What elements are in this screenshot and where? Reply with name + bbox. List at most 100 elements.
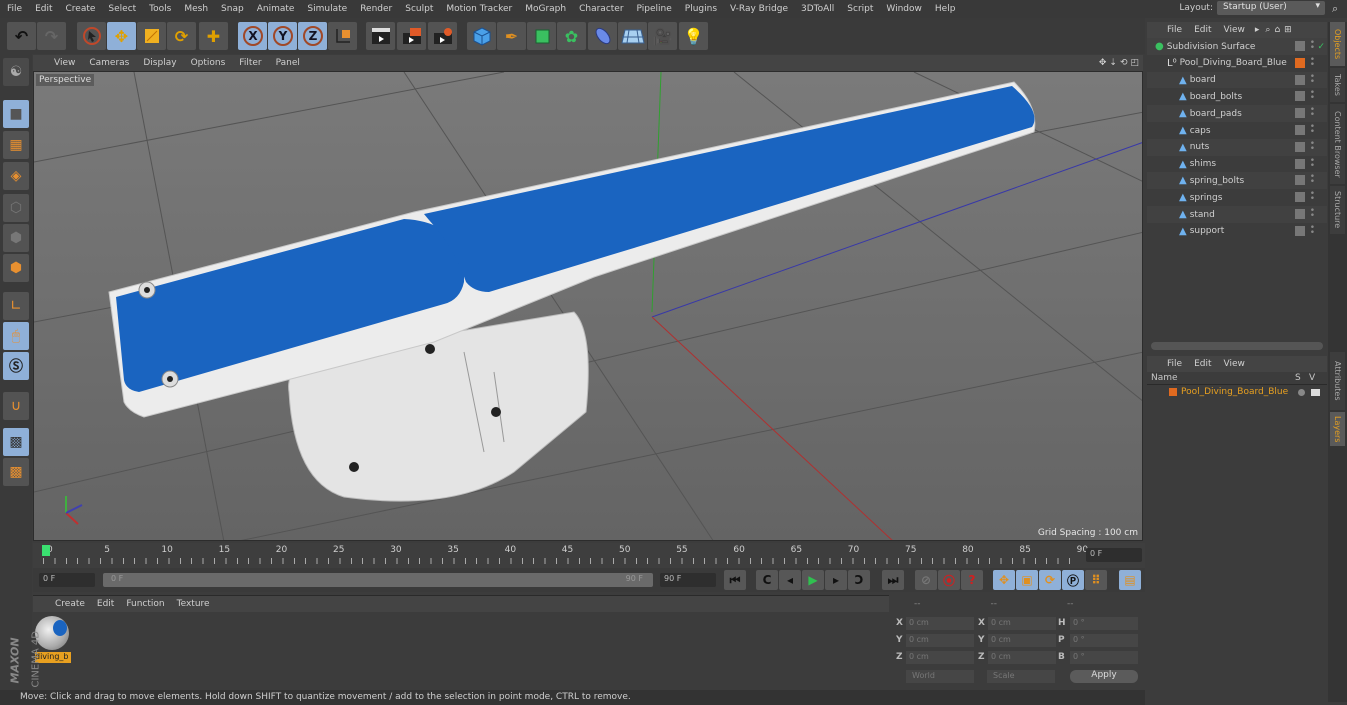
menu-simulate[interactable]: Simulate	[300, 4, 353, 14]
tab-takes[interactable]: Takes	[1330, 68, 1345, 102]
object-name[interactable]: stand	[1190, 210, 1215, 220]
menu-help[interactable]: Help	[928, 4, 962, 14]
obj-menu-edit[interactable]: Edit	[1188, 25, 1217, 35]
material-menu-function[interactable]: Function	[120, 599, 170, 609]
pen-spline-icon[interactable]: ✒	[497, 22, 526, 50]
autokey-icon[interactable]: ?	[961, 570, 983, 590]
menu-mograph[interactable]: MoGraph	[518, 4, 572, 14]
object-name[interactable]: board_bolts	[1190, 92, 1242, 102]
object-row[interactable]: ▲ nuts • •	[1147, 138, 1327, 156]
editor-render-dots[interactable]: • •	[1310, 223, 1315, 237]
viewport-menu-options[interactable]: Options	[184, 58, 233, 68]
tweak-mode-icon[interactable]: 🖱	[3, 322, 29, 350]
layer-menu-view[interactable]: View	[1218, 359, 1251, 369]
object-name[interactable]: board	[1190, 75, 1216, 85]
coord-value-field[interactable]: 0 cm	[988, 634, 1056, 647]
snap-icon[interactable]: ∪	[3, 392, 29, 420]
object-name[interactable]: board_pads	[1190, 109, 1242, 119]
object-name[interactable]: shims	[1190, 159, 1216, 169]
tab-objects[interactable]: Objects	[1330, 22, 1345, 66]
render-picture-viewer-icon[interactable]	[397, 22, 426, 50]
polygons-mode-icon[interactable]: ⬢	[3, 254, 29, 282]
tab-layers[interactable]: Layers	[1330, 412, 1345, 446]
obj-menu-view[interactable]: View	[1218, 25, 1251, 35]
key-pla-icon[interactable]: ⠿	[1085, 570, 1107, 590]
layer-menu-file[interactable]: File	[1161, 359, 1188, 369]
tab-content-browser[interactable]: Content Browser	[1330, 104, 1345, 184]
layer-menu-edit[interactable]: Edit	[1188, 359, 1217, 369]
y-axis-icon[interactable]: Y	[268, 22, 297, 50]
menu-render[interactable]: Render	[353, 4, 398, 14]
render-view-icon[interactable]	[366, 22, 395, 50]
x-axis-icon[interactable]: X	[238, 22, 267, 50]
editor-render-dots[interactable]: • •	[1310, 156, 1315, 170]
visibility-toggle[interactable]	[1295, 209, 1305, 219]
solo-mode-icon[interactable]: Ⓢ	[3, 352, 29, 380]
object-name[interactable]: spring_bolts	[1190, 176, 1244, 186]
play-icon[interactable]: ▶	[802, 570, 824, 590]
coord-value-field[interactable]: 0 °	[1070, 651, 1138, 664]
edges-mode-icon[interactable]: ⬢	[3, 224, 29, 252]
object-row[interactable]: ▲ support • •	[1147, 222, 1327, 240]
object-name[interactable]: nuts	[1190, 142, 1210, 152]
cube-icon[interactable]	[467, 22, 496, 50]
object-row[interactable]: ▲ shims • •	[1147, 155, 1327, 173]
pan-view-icon[interactable]: ✥	[1099, 58, 1107, 68]
object-name[interactable]: Pool_Diving_Board_Blue	[1180, 58, 1287, 68]
object-row[interactable]: ● Subdivision Surface • • ✓	[1147, 38, 1327, 55]
menu-file[interactable]: File	[0, 4, 28, 14]
workplane-lock-icon[interactable]: ▩	[3, 428, 29, 456]
frame-range-slider[interactable]: 0 F 90 F	[103, 573, 653, 587]
next-frame-icon[interactable]: ▸	[825, 570, 847, 590]
start-frame-field[interactable]: 0 F	[39, 573, 95, 587]
editor-render-dots[interactable]: • •	[1310, 39, 1315, 53]
editor-render-dots[interactable]: • •	[1310, 123, 1315, 137]
texture-mode-icon[interactable]: ▦	[3, 131, 29, 159]
coord-value-field[interactable]: 0 cm	[988, 651, 1056, 664]
menu-animate[interactable]: Animate	[250, 4, 301, 14]
tab-structure[interactable]: Structure	[1330, 186, 1345, 234]
menu-tools[interactable]: Tools	[142, 4, 177, 14]
visibility-toggle[interactable]	[1295, 91, 1305, 102]
rotate-view-icon[interactable]: ⟲	[1120, 58, 1128, 68]
visibility-toggle[interactable]	[1295, 175, 1305, 186]
search-icon[interactable]: ⌕	[1332, 2, 1338, 16]
deformer-icon[interactable]	[588, 22, 617, 50]
previous-key-icon[interactable]: C	[756, 570, 778, 590]
camera-icon[interactable]: 🎥	[648, 22, 677, 50]
layer-visible-icon[interactable]	[1311, 388, 1320, 396]
viewport-menu-view[interactable]: View	[47, 58, 82, 68]
layer-solo-dot[interactable]	[1298, 388, 1305, 396]
visibility-toggle[interactable]	[1295, 141, 1305, 152]
next-key-icon[interactable]: Ɔ	[848, 570, 870, 590]
record-active-icon[interactable]: ⦿	[938, 570, 960, 590]
undo-icon[interactable]: ↶	[7, 22, 36, 50]
current-frame-field[interactable]: 0 F	[1086, 548, 1142, 562]
z-axis-icon[interactable]: Z	[298, 22, 327, 50]
object-row[interactable]: ▲ spring_bolts • •	[1147, 172, 1327, 190]
editor-render-dots[interactable]: • •	[1310, 89, 1315, 103]
viewport-menu-display[interactable]: Display	[136, 58, 183, 68]
menu-motion-tracker[interactable]: Motion Tracker	[439, 4, 518, 14]
viewport-menu-cameras[interactable]: Cameras	[82, 58, 136, 68]
render-settings-icon[interactable]	[428, 22, 457, 50]
object-name[interactable]: springs	[1190, 193, 1223, 203]
move-icon[interactable]: ✥	[107, 22, 136, 50]
menu-3dtoall[interactable]: 3DToAll	[794, 4, 840, 14]
playhead[interactable]	[42, 545, 50, 556]
material-menu-texture[interactable]: Texture	[171, 599, 216, 609]
planar-workplane-icon[interactable]: ▩	[3, 458, 29, 486]
key-param-icon[interactable]: Ⓟ	[1062, 570, 1084, 590]
workplane-mode-icon[interactable]: ◈	[3, 162, 29, 190]
search-objects-icon[interactable]: ⌕	[1263, 25, 1272, 35]
visibility-toggle[interactable]	[1295, 41, 1305, 51]
new-view-icon[interactable]: ⊞	[1282, 25, 1294, 35]
light-icon[interactable]: 💡	[679, 22, 708, 50]
visibility-toggle[interactable]	[1295, 225, 1305, 236]
go-to-start-icon[interactable]: ⏮	[724, 570, 746, 590]
live-selection-icon[interactable]	[77, 22, 106, 50]
visibility-toggle[interactable]	[1295, 158, 1305, 169]
end-frame-field[interactable]: 90 F	[660, 573, 716, 587]
visibility-toggle[interactable]	[1295, 108, 1305, 119]
key-rotation-icon[interactable]: ⟳	[1039, 570, 1061, 590]
